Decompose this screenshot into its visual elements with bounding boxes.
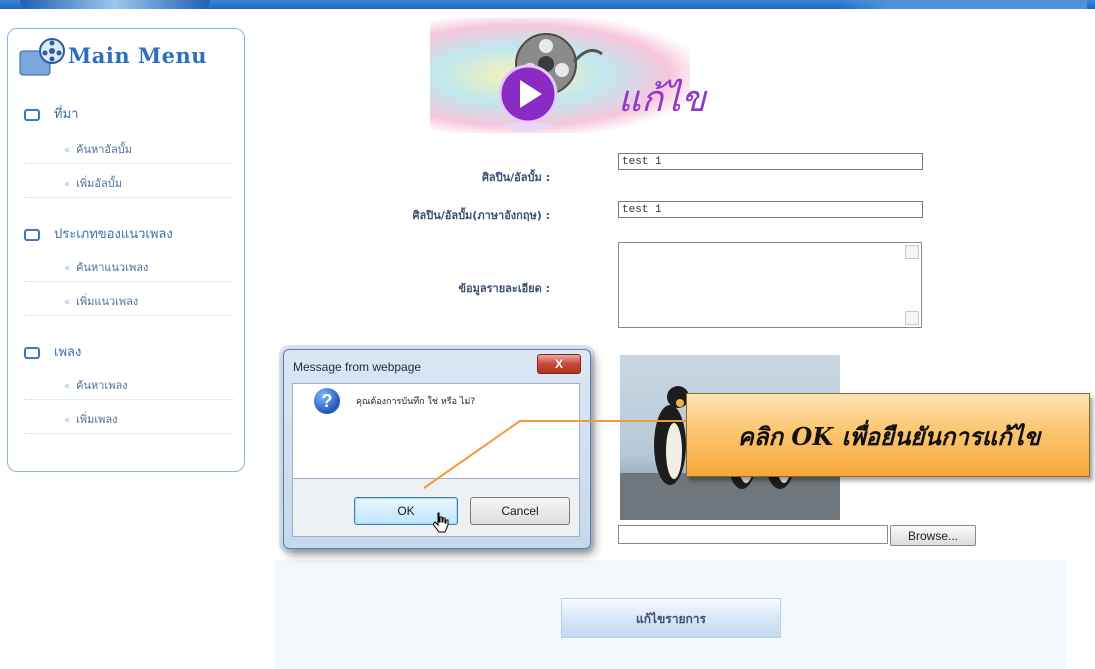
cancel-button[interactable]: Cancel	[470, 497, 570, 525]
dialog-close-button[interactable]: X	[537, 354, 581, 374]
artist-label: ศิลปิน/อัลบั้ม :	[481, 171, 550, 184]
detail-textarea[interactable]	[618, 242, 922, 328]
top-bar	[0, 0, 1095, 9]
double-chevron-icon: «	[64, 263, 71, 274]
menu-item-label: เพิ่มแนวเพลง	[76, 295, 139, 308]
menu-section-song[interactable]: เพลง	[24, 341, 81, 363]
menu-section-label: ที่มา	[54, 107, 79, 122]
film-player-icon	[498, 33, 603, 130]
menu-item-add-genre[interactable]: « เพิ่มแนวเพลง	[24, 289, 234, 316]
artist-en-input[interactable]: test 1	[618, 201, 923, 218]
artist-input[interactable]: test 1	[618, 153, 923, 170]
logo-swoosh	[20, 0, 210, 9]
double-chevron-icon: «	[64, 179, 71, 190]
double-chevron-icon: «	[64, 297, 71, 308]
scroll-up-icon[interactable]	[905, 245, 919, 259]
dialog-title: Message from webpage	[293, 360, 422, 374]
menu-section-label: เพลง	[54, 345, 82, 360]
speech-bubble-icon	[24, 108, 40, 121]
menu-item-add-album[interactable]: « เพิ่มอัลบั้ม	[24, 171, 234, 198]
speech-bubble-icon	[24, 228, 40, 241]
detail-label: ข้อมูลรายละเอียด :	[458, 282, 550, 295]
double-chevron-icon: «	[64, 381, 71, 392]
menu-item-search-genre[interactable]: « ค้นหาแนวเพลง	[24, 255, 234, 282]
menu-title: Main Menu	[68, 43, 208, 68]
double-chevron-icon: «	[64, 145, 71, 156]
artist-en-label: ศิลปิน/อัลบั้ม(ภาษาอังกฤษ) :	[412, 209, 550, 222]
mouse-pointer-icon	[433, 512, 449, 533]
double-chevron-icon: «	[64, 415, 71, 426]
file-path-input[interactable]	[618, 525, 888, 544]
menu-item-label: เพิ่มเพลง	[76, 413, 118, 426]
question-icon: ?	[314, 388, 340, 414]
menu-item-label: ค้นหาแนวเพลง	[76, 261, 149, 274]
scroll-down-icon[interactable]	[905, 311, 919, 325]
browse-button[interactable]: Browse...	[890, 525, 976, 546]
menu-header: Main Menu	[8, 29, 244, 89]
speech-bubble-icon	[24, 346, 40, 359]
user-links[interactable]	[837, 0, 1087, 9]
edit-submit-button[interactable]: แก้ไขรายการ	[561, 598, 781, 638]
callout-text: คลิก OK เพื่อยืนยันการแก้ไข	[737, 421, 1041, 451]
menu-section-source[interactable]: ที่มา	[24, 103, 78, 125]
sidebar-main-menu: Main Menu ที่มา « ค้นหาอัลบั้ม « เพิ่มอัลบ…	[7, 28, 245, 472]
page-title: แก้ไข	[618, 79, 706, 120]
menu-section-genre[interactable]: ประเภทของแนวเพลง	[24, 223, 173, 245]
instruction-callout: คลิก OK เพื่อยืนยันการแก้ไข	[686, 393, 1090, 477]
menu-section-label: ประเภทของแนวเพลง	[54, 227, 173, 242]
menu-item-label: ค้นหาเพลง	[76, 379, 128, 392]
menu-item-search-album[interactable]: « ค้นหาอัลบั้ม	[24, 137, 234, 164]
menu-item-label: เพิ่มอัลบั้ม	[76, 177, 122, 190]
dialog-message: คุณต้องการบันทึก ใช่ หรือ ไม่?	[356, 397, 476, 407]
menu-item-label: ค้นหาอัลบั้ม	[76, 143, 133, 156]
film-reel-icon	[19, 38, 65, 76]
menu-item-search-song[interactable]: « ค้นหาเพลง	[24, 373, 234, 400]
menu-item-add-song[interactable]: « เพิ่มเพลง	[24, 407, 234, 434]
